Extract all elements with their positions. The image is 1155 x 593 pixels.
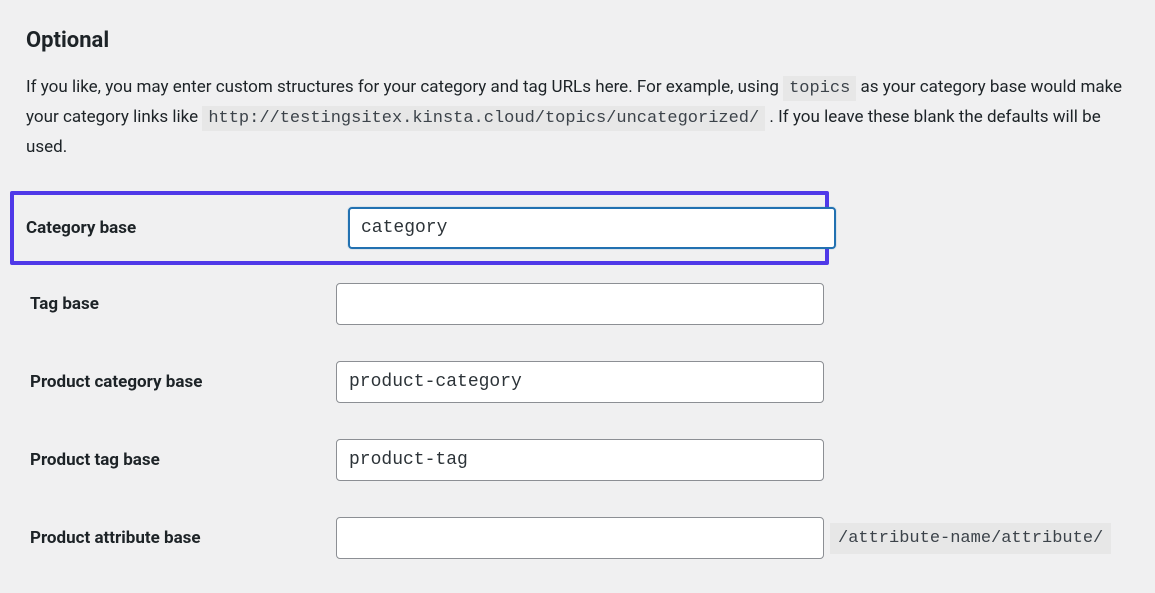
product-tag-base-row: Product tag base (26, 421, 1129, 499)
product-attribute-base-row: Product attribute base /attribute-name/a… (26, 499, 1129, 577)
section-heading: Optional (26, 28, 1129, 53)
example-code-url: http://testingsitex.kinsta.cloud/topics/… (202, 106, 765, 131)
section-description: If you like, you may enter custom struct… (26, 73, 1126, 161)
tag-base-input[interactable] (336, 283, 824, 325)
optional-permalink-section: Optional If you like, you may enter cust… (0, 0, 1155, 577)
category-base-input[interactable] (348, 207, 836, 249)
tag-base-label: Tag base (26, 294, 336, 314)
product-attribute-base-input[interactable] (336, 517, 824, 559)
product-category-base-input[interactable] (336, 361, 824, 403)
description-text-1: If you like, you may enter custom struct… (26, 77, 783, 97)
product-attribute-base-field-cell: /attribute-name/attribute/ (336, 517, 1129, 559)
example-code-topics: topics (783, 76, 856, 101)
category-base-label: Category base (26, 218, 348, 238)
permalink-form-table: Category base Tag base Product category … (26, 191, 1129, 577)
product-tag-base-input[interactable] (336, 439, 824, 481)
category-base-field-cell (348, 207, 836, 249)
product-category-base-row: Product category base (26, 343, 1129, 421)
category-base-row-highlight: Category base (10, 191, 829, 265)
product-attribute-base-suffix: /attribute-name/attribute/ (830, 523, 1111, 554)
product-tag-base-field-cell (336, 439, 1129, 481)
tag-base-row: Tag base (26, 265, 1129, 343)
product-category-base-label: Product category base (26, 372, 336, 392)
product-tag-base-label: Product tag base (26, 450, 336, 470)
product-attribute-base-label: Product attribute base (26, 528, 336, 548)
product-category-base-field-cell (336, 361, 1129, 403)
tag-base-field-cell (336, 283, 1129, 325)
